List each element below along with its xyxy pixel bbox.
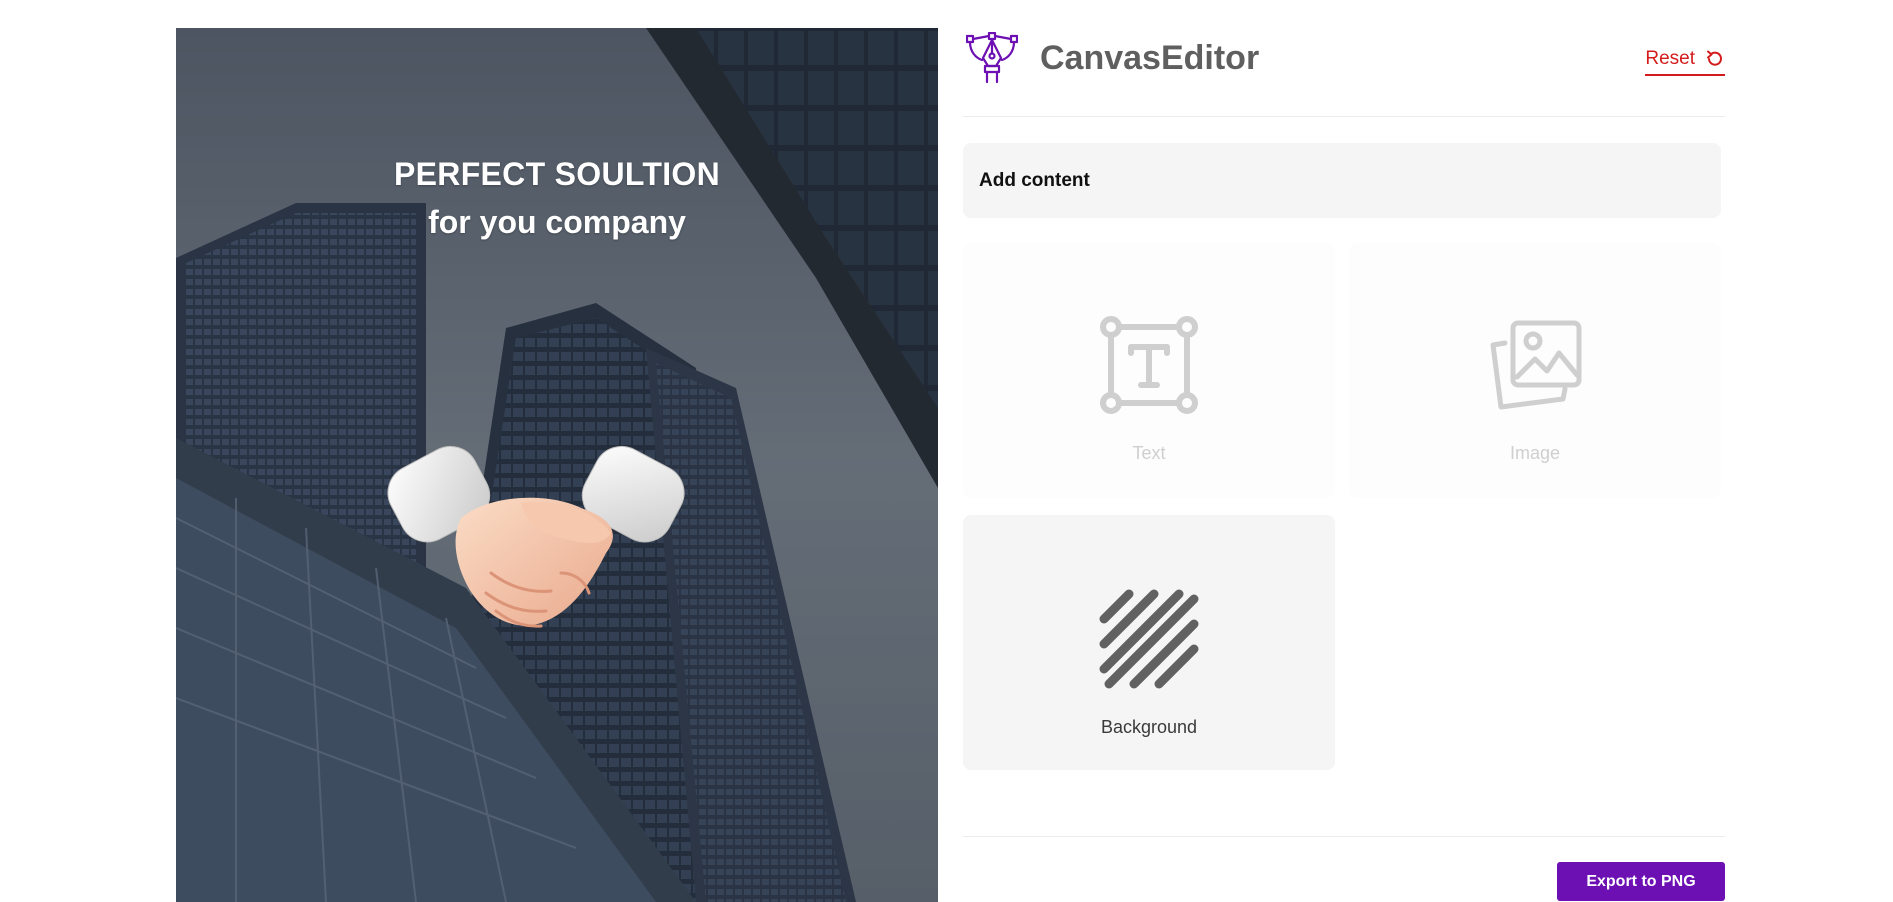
app-title: CanvasEditor [1040, 39, 1260, 77]
header-divider [963, 116, 1725, 117]
handshake-icon[interactable] [381, 423, 691, 653]
canvas-headline-line1[interactable]: PERFECT SOULTION [366, 156, 748, 193]
pen-tool-icon [966, 32, 1018, 84]
add-image-tile[interactable]: Image [1349, 243, 1721, 498]
image-icon [1490, 320, 1582, 410]
image-tile-label: Image [1509, 443, 1561, 463]
canvas-headline-line2[interactable]: for you company [366, 204, 748, 241]
panel-header: CanvasEditor Reset [963, 28, 1725, 118]
add-content-header: Add content [963, 143, 1721, 218]
background-tile-label: Background [1100, 717, 1198, 737]
text-icon [1100, 316, 1198, 414]
export-png-button[interactable]: Export to PNG [1557, 862, 1725, 901]
reset-label: Reset [1645, 48, 1695, 69]
editor-panel: CanvasEditor Reset Add content Text Imag… [963, 28, 1725, 902]
app-root: PERFECT SOULTION for you company CanvasE… [0, 0, 1893, 902]
footer-divider [963, 836, 1725, 837]
design-canvas[interactable]: PERFECT SOULTION for you company [176, 28, 938, 902]
add-background-tile[interactable]: Background [963, 515, 1335, 770]
reset-button[interactable]: Reset [1645, 48, 1725, 76]
stripes-icon [1099, 589, 1199, 689]
text-tile-label: Text [1132, 443, 1166, 463]
add-text-tile[interactable]: Text [963, 243, 1335, 498]
section-title: Add content [979, 170, 1090, 191]
undo-icon [1707, 50, 1722, 66]
